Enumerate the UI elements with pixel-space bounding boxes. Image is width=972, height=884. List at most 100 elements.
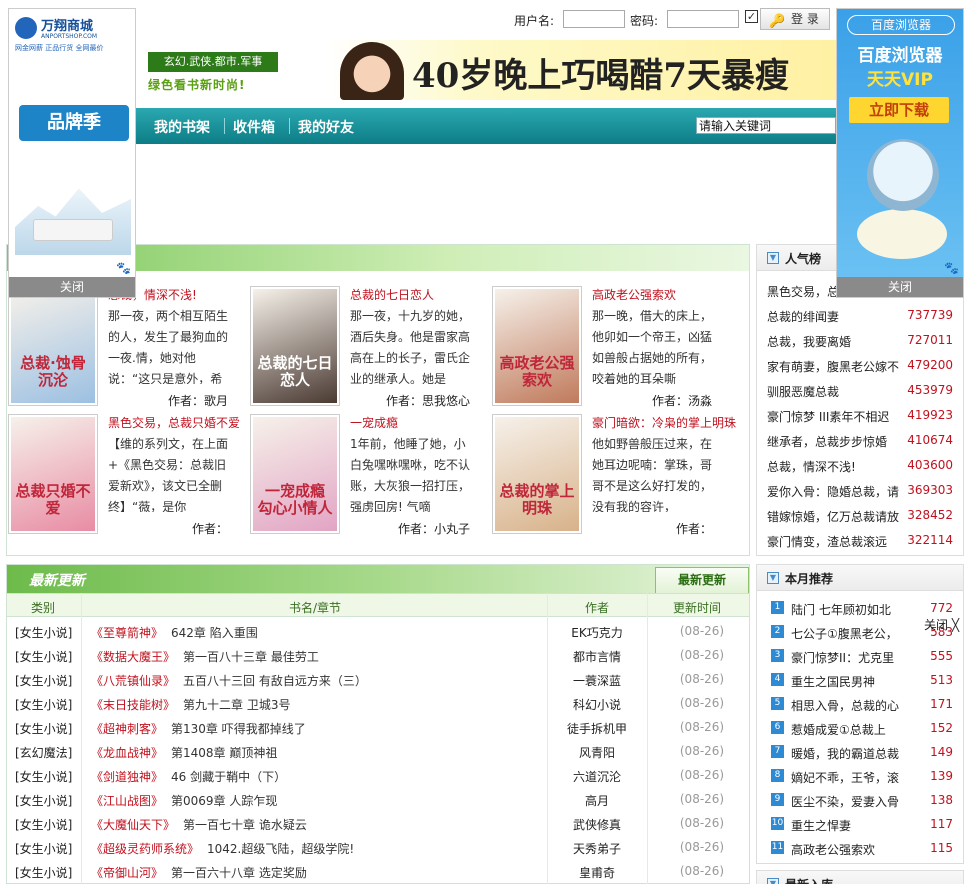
- row-author[interactable]: 六道沉沦: [547, 768, 647, 785]
- ranking-name[interactable]: 驯服恶魔总裁: [767, 383, 839, 400]
- row-chapter[interactable]: 第一百八十三章 最佳劳工: [183, 648, 319, 665]
- book-title[interactable]: 豪门暗欲：冷枭的掌上明珠: [592, 414, 736, 431]
- row-category[interactable]: [女生小说]: [15, 720, 72, 737]
- ranking-name[interactable]: 总裁的绯闻妻: [767, 308, 839, 325]
- recommend-name[interactable]: 陆门 七年顾初如北: [791, 601, 891, 618]
- row-category[interactable]: [女生小说]: [15, 792, 72, 809]
- row-chapter[interactable]: 第九十二章 卫城3号: [183, 696, 290, 713]
- author-name[interactable]: 汤淼: [688, 394, 712, 408]
- book-title[interactable]: 黑色交易，总裁只婚不爱: [108, 414, 240, 431]
- row-author[interactable]: 高月: [547, 792, 647, 809]
- book-title[interactable]: 总裁的七日恋人: [350, 286, 434, 303]
- row-category[interactable]: [女生小说]: [15, 840, 72, 857]
- list-item[interactable]: 6 惹婚成爱①总裁上 152: [757, 717, 963, 741]
- row-chapter[interactable]: 1042.超级飞陆，超级学院!: [207, 840, 354, 857]
- recommend-name[interactable]: 豪门惊梦II：尤克里: [791, 649, 894, 666]
- book-card[interactable]: 总裁的掌上明珠 豪门暗欲：冷枭的掌上明珠 他如野兽般压过来，在她耳边呢喃：掌珠，哥哥…: [492, 414, 736, 540]
- row-book[interactable]: 《超级灵药师系统》: [91, 840, 199, 857]
- row-book[interactable]: 《龙血战神》: [91, 744, 163, 761]
- row-book[interactable]: 《江山战图》: [91, 792, 163, 809]
- right-float-ad[interactable]: 百度浏览器 百度浏览器 天天VIP 立即下载 🐾 关闭: [836, 8, 964, 298]
- list-item[interactable]: 总裁，情深不浅! 403600: [757, 454, 963, 478]
- row-category[interactable]: [女生小说]: [15, 648, 72, 665]
- recommend-name[interactable]: 暖婚，我的霸道总裁: [791, 745, 899, 762]
- list-item[interactable]: 5 相思入骨，总裁的心 171: [757, 693, 963, 717]
- list-item[interactable]: 豪门惊梦 III素年不相迟 419923: [757, 404, 963, 428]
- list-item[interactable]: 11 高政老公强索欢 115: [757, 837, 963, 861]
- row-category[interactable]: [玄幻魔法]: [15, 744, 72, 761]
- row-chapter[interactable]: 46 剑藏于鞘中（下）: [171, 768, 286, 785]
- recommend-name[interactable]: 重生之国民男神: [791, 673, 875, 690]
- row-author[interactable]: 风青阳: [547, 744, 647, 761]
- username-input[interactable]: [563, 10, 625, 28]
- recommend-name[interactable]: 七公子①腹黑老公，: [791, 625, 898, 642]
- row-chapter[interactable]: 第一百七十章 诡水疑云: [183, 816, 307, 833]
- row-chapter[interactable]: 第1408章 巅顶神祖: [171, 744, 277, 761]
- row-book[interactable]: 《末日技能树》: [91, 696, 175, 713]
- recommend-name[interactable]: 相思入骨，总裁的心: [791, 697, 899, 714]
- ranking-name[interactable]: 黑色交易，总: [767, 283, 839, 300]
- row-author[interactable]: 都市言情: [547, 648, 647, 665]
- nav-bookshelf[interactable]: 我的书架: [154, 117, 210, 137]
- list-item[interactable]: 总裁的绯闻妻 737739: [757, 304, 963, 328]
- list-item[interactable]: 驯服恶魔总裁 453979: [757, 379, 963, 403]
- book-card[interactable]: 总裁的七日恋人 总裁的七日恋人 那一夜，十九岁的她，酒后失身。他是雷家高高在上的长子…: [250, 286, 490, 412]
- row-category[interactable]: [女生小说]: [15, 696, 72, 713]
- row-book[interactable]: 《剑道独神》: [91, 768, 163, 785]
- recommend-name[interactable]: 医尘不染，爱妻入骨: [791, 793, 899, 810]
- download-button[interactable]: 立即下载: [849, 97, 949, 123]
- list-item[interactable]: 总裁，我要离婚 727011: [757, 329, 963, 353]
- book-cover[interactable]: 一宠成瘾 勾心小情人: [250, 414, 340, 534]
- author-name[interactable]: 小丸子: [434, 522, 470, 536]
- row-author[interactable]: 皇甫奇: [547, 864, 647, 881]
- close-right-ad-button[interactable]: 关闭: [837, 277, 963, 297]
- row-author[interactable]: 一蓑深蓝: [547, 672, 647, 689]
- left-float-ad[interactable]: 万翔商城 ANPORTSHOP.COM 网金网薪 正品行货 全网最价 品牌季 🐾…: [8, 8, 136, 298]
- book-cover[interactable]: 总裁的掌上明珠: [492, 414, 582, 534]
- book-card[interactable]: 一宠成瘾 勾心小情人 一宠成瘾 1年前，他睡了她，小白兔嘿咻嘿咻，吃不认账，大灰狼一…: [250, 414, 490, 540]
- list-item[interactable]: 9 医尘不染，爱妻入骨 138: [757, 789, 963, 813]
- book-cover[interactable]: 高政老公强索欢: [492, 286, 582, 406]
- book-title[interactable]: 高政老公强索欢: [592, 286, 676, 303]
- book-title[interactable]: 一宠成瘾: [350, 414, 398, 431]
- list-item[interactable]: 错嫁惊婚，亿万总裁请放 328452: [757, 504, 963, 528]
- row-chapter[interactable]: 第一百六十八章 选定奖励: [171, 864, 307, 881]
- login-button[interactable]: 🔑 登 录: [760, 8, 830, 30]
- book-cover[interactable]: 总裁·蚀骨沉沦: [8, 286, 98, 406]
- nav-friends[interactable]: 我的好友: [298, 117, 354, 137]
- row-chapter[interactable]: 五百八十三回 有敌自远方来（三）: [183, 672, 367, 689]
- close-float-button[interactable]: 关闭 ╳: [924, 616, 959, 633]
- row-author[interactable]: 武侠修真: [547, 816, 647, 833]
- author-name[interactable]: 歌月: [204, 394, 228, 408]
- row-author[interactable]: 科幻小说: [547, 696, 647, 713]
- ranking-name[interactable]: 爱你入骨：隐婚总裁，请: [767, 483, 899, 500]
- row-author[interactable]: 徒手拆机甲: [547, 720, 647, 737]
- book-card[interactable]: 高政老公强索欢 高政老公强索欢 那一晚，借大的床上，他卯如一个帝王，凶猛如兽般占据她…: [492, 286, 732, 412]
- recommend-name[interactable]: 惹婚成爱①总裁上: [791, 721, 886, 738]
- list-item[interactable]: 继承者，总裁步步惊婚 410674: [757, 429, 963, 453]
- ranking-name[interactable]: 总裁，情深不浅!: [767, 458, 856, 475]
- recommend-name[interactable]: 重生之悍妻: [791, 817, 851, 834]
- row-book[interactable]: 《超神刺客》: [91, 720, 163, 737]
- author-name[interactable]: 思我悠心: [422, 394, 470, 408]
- ranking-name[interactable]: 豪门情变，渣总裁滚远: [767, 533, 887, 550]
- row-category[interactable]: [女生小说]: [15, 624, 72, 641]
- ranking-name[interactable]: 错嫁惊婚，亿万总裁请放: [767, 508, 899, 525]
- ranking-name[interactable]: 家有萌妻，腹黑老公嫁不: [767, 358, 899, 375]
- row-chapter[interactable]: 第130章 吓得我都掉线了: [171, 720, 306, 737]
- row-category[interactable]: [女生小说]: [15, 768, 72, 785]
- list-item[interactable]: 爱你入骨：隐婚总裁，请 369303: [757, 479, 963, 503]
- row-book[interactable]: 《数据大魔王》: [91, 648, 175, 665]
- password-input[interactable]: [667, 10, 739, 28]
- list-item[interactable]: 3 豪门惊梦II：尤克里 555: [757, 645, 963, 669]
- book-card[interactable]: 总裁·蚀骨沉沦 总裁，情深不浅! 那一夜，两个相互陌生的人，发生了最狗血的一夜.情，…: [8, 286, 248, 412]
- row-category[interactable]: [女生小说]: [15, 864, 72, 881]
- recommend-name[interactable]: 高政老公强索欢: [791, 841, 875, 858]
- row-chapter[interactable]: 第0069章 人踪乍现: [171, 792, 277, 809]
- row-chapter[interactable]: 642章 陷入重围: [171, 624, 258, 641]
- list-item[interactable]: 4 重生之国民男神 513: [757, 669, 963, 693]
- row-book[interactable]: 《至尊箭神》: [91, 624, 163, 641]
- ranking-name[interactable]: 豪门惊梦 III素年不相迟: [767, 408, 889, 425]
- row-book[interactable]: 《大魔仙天下》: [91, 816, 175, 833]
- list-item[interactable]: 7 暖婚，我的霸道总裁 149: [757, 741, 963, 765]
